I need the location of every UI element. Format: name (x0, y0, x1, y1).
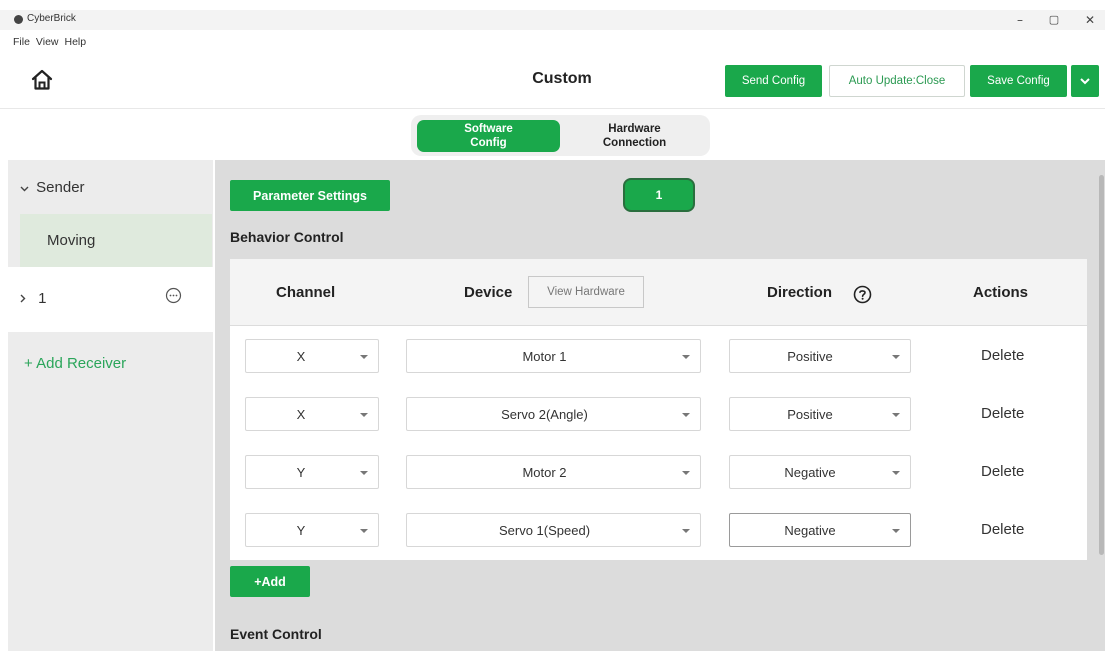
auto-update-button[interactable]: Auto Update:Close (829, 65, 965, 97)
menu-view[interactable]: View (36, 36, 59, 48)
column-header-channel: Channel (276, 284, 336, 301)
delete-button[interactable]: Delete (981, 405, 1024, 422)
sidebar-item-receiver[interactable]: 1 (8, 267, 213, 332)
delete-button[interactable]: Delete (981, 463, 1024, 480)
parameter-settings-button[interactable]: Parameter Settings (230, 180, 390, 211)
device-select[interactable]: Motor 2 (406, 455, 701, 489)
send-config-button[interactable]: Send Config (725, 65, 822, 97)
add-row-button[interactable]: +Add (230, 566, 310, 597)
menu-bar: File View Help (13, 36, 86, 48)
config-tab-switch: Software Config Hardware Connection (411, 115, 710, 156)
column-header-actions: Actions (973, 284, 1029, 301)
window-title: CyberBrick (27, 13, 76, 24)
home-icon[interactable] (30, 68, 54, 92)
title-bar (0, 10, 1105, 30)
menu-file[interactable]: File (13, 36, 30, 48)
caret-down-icon (892, 471, 900, 475)
menu-help[interactable]: Help (65, 36, 87, 48)
channel-select[interactable]: Y (245, 513, 379, 547)
page-chip-button[interactable]: 1 (623, 178, 695, 212)
page-title: Custom (532, 70, 592, 87)
device-select[interactable]: Motor 1 (406, 339, 701, 373)
caret-down-icon (360, 355, 368, 359)
tab-hardware-connection[interactable]: Hardware Connection (563, 120, 706, 152)
save-options-button[interactable] (1071, 65, 1099, 97)
add-receiver-link[interactable]: + Add Receiver (24, 355, 126, 372)
more-icon[interactable] (165, 287, 182, 304)
caret-down-icon (360, 529, 368, 533)
caret-down-icon (360, 471, 368, 475)
caret-down-icon (892, 413, 900, 417)
sidebar-item-sender[interactable]: Sender (8, 160, 213, 214)
chevron-right-icon (20, 290, 34, 307)
column-header-device: Device (464, 284, 513, 301)
sidebar-item-label: 1 (38, 290, 47, 307)
caret-down-icon (360, 413, 368, 417)
behavior-control-title: Behavior Control (230, 229, 344, 245)
chevron-down-icon (1080, 78, 1090, 85)
caret-down-icon (682, 355, 690, 359)
save-config-button[interactable]: Save Config (970, 65, 1067, 97)
chevron-down-icon (20, 179, 32, 196)
app-logo-icon (14, 15, 23, 24)
caret-down-icon (682, 471, 690, 475)
caret-down-icon (682, 413, 690, 417)
channel-select[interactable]: X (245, 339, 379, 373)
table-header: Channel Device View Hardware Direction A… (230, 259, 1087, 326)
maximize-button[interactable]: ▢ (1041, 11, 1067, 29)
header-divider (0, 108, 1105, 109)
channel-select[interactable]: Y (245, 455, 379, 489)
sidebar-item-label: Sender (36, 179, 85, 196)
delete-button[interactable]: Delete (981, 521, 1024, 538)
channel-select[interactable]: X (245, 397, 379, 431)
close-button[interactable]: ✕ (1077, 11, 1103, 29)
behavior-table: Channel Device View Hardware Direction A… (230, 259, 1087, 560)
minimize-button[interactable]: – (1007, 11, 1033, 29)
help-icon[interactable] (853, 285, 872, 304)
tab-software-config[interactable]: Software Config (417, 120, 560, 152)
view-hardware-button[interactable]: View Hardware (528, 276, 644, 308)
delete-button[interactable]: Delete (981, 347, 1024, 364)
device-select[interactable]: Servo 1(Speed) (406, 513, 701, 547)
device-select[interactable]: Servo 2(Angle) (406, 397, 701, 431)
caret-down-icon (892, 355, 900, 359)
direction-select[interactable]: Negative (729, 455, 911, 489)
main-scrollbar[interactable] (1099, 175, 1104, 555)
column-header-direction: Direction (767, 284, 833, 301)
event-control-title: Event Control (230, 626, 322, 642)
direction-select[interactable]: Positive (729, 397, 911, 431)
direction-select[interactable]: Negative (729, 513, 911, 547)
sidebar-item-moving[interactable]: Moving (20, 214, 212, 267)
caret-down-icon (682, 529, 690, 533)
direction-select[interactable]: Positive (729, 339, 911, 373)
caret-down-icon (892, 529, 900, 533)
